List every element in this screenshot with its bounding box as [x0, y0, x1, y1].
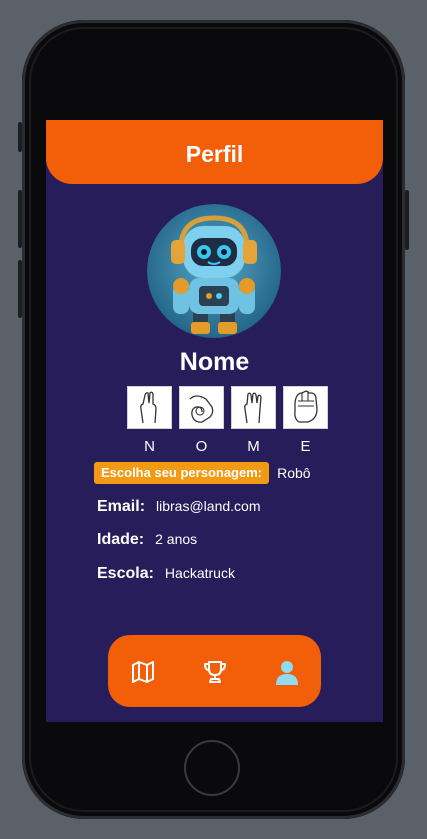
- school-value: Hackatruck: [164, 565, 235, 581]
- sign-letter: E: [300, 438, 311, 455]
- volume-up-button: [18, 190, 22, 248]
- tab-map[interactable]: [130, 659, 156, 685]
- sign-hand-n-icon: [127, 386, 172, 429]
- profile-name: Nome: [179, 348, 250, 376]
- sign-language-name: [127, 386, 328, 429]
- volume-down-button: [18, 260, 22, 318]
- bottom-tab-bar: [108, 635, 321, 707]
- sign-letters: N O M E: [127, 438, 328, 455]
- header-bar: Perfil: [46, 120, 383, 184]
- home-button[interactable]: [184, 740, 240, 796]
- person-icon: [276, 661, 298, 685]
- email-value: libras@land.com: [156, 498, 261, 514]
- selected-character: Robô: [277, 465, 311, 481]
- school-row: Escola: Hackatruck: [97, 565, 235, 583]
- sign-hand-o-icon: [179, 386, 224, 429]
- email-row: Email: libras@land.com: [97, 498, 261, 516]
- trophy-icon: [204, 661, 226, 683]
- age-label: Idade:: [97, 531, 145, 548]
- age-row: Idade: 2 anos: [97, 531, 197, 549]
- age-value: 2 anos: [155, 531, 198, 547]
- avatar[interactable]: [147, 204, 281, 338]
- choose-character-button[interactable]: Escolha seu personagem:: [94, 462, 270, 484]
- page-title: Perfil: [185, 140, 244, 167]
- tab-profile[interactable]: [274, 659, 300, 685]
- app-screen: Perfil Nome N O M E Escolha seu personag…: [46, 120, 383, 722]
- sign-hand-e-icon: [283, 386, 328, 429]
- tab-trophy[interactable]: [202, 659, 228, 685]
- mute-switch: [18, 122, 22, 152]
- map-icon: [132, 661, 154, 683]
- email-label: Email:: [97, 498, 146, 515]
- sign-letter: N: [144, 438, 155, 455]
- sign-letter: M: [247, 438, 260, 455]
- school-label: Escola:: [97, 565, 154, 582]
- power-button: [405, 190, 409, 250]
- sign-hand-m-icon: [231, 386, 276, 429]
- character-selector: Escolha seu personagem: Robô: [94, 462, 311, 484]
- sign-letter: O: [195, 438, 208, 455]
